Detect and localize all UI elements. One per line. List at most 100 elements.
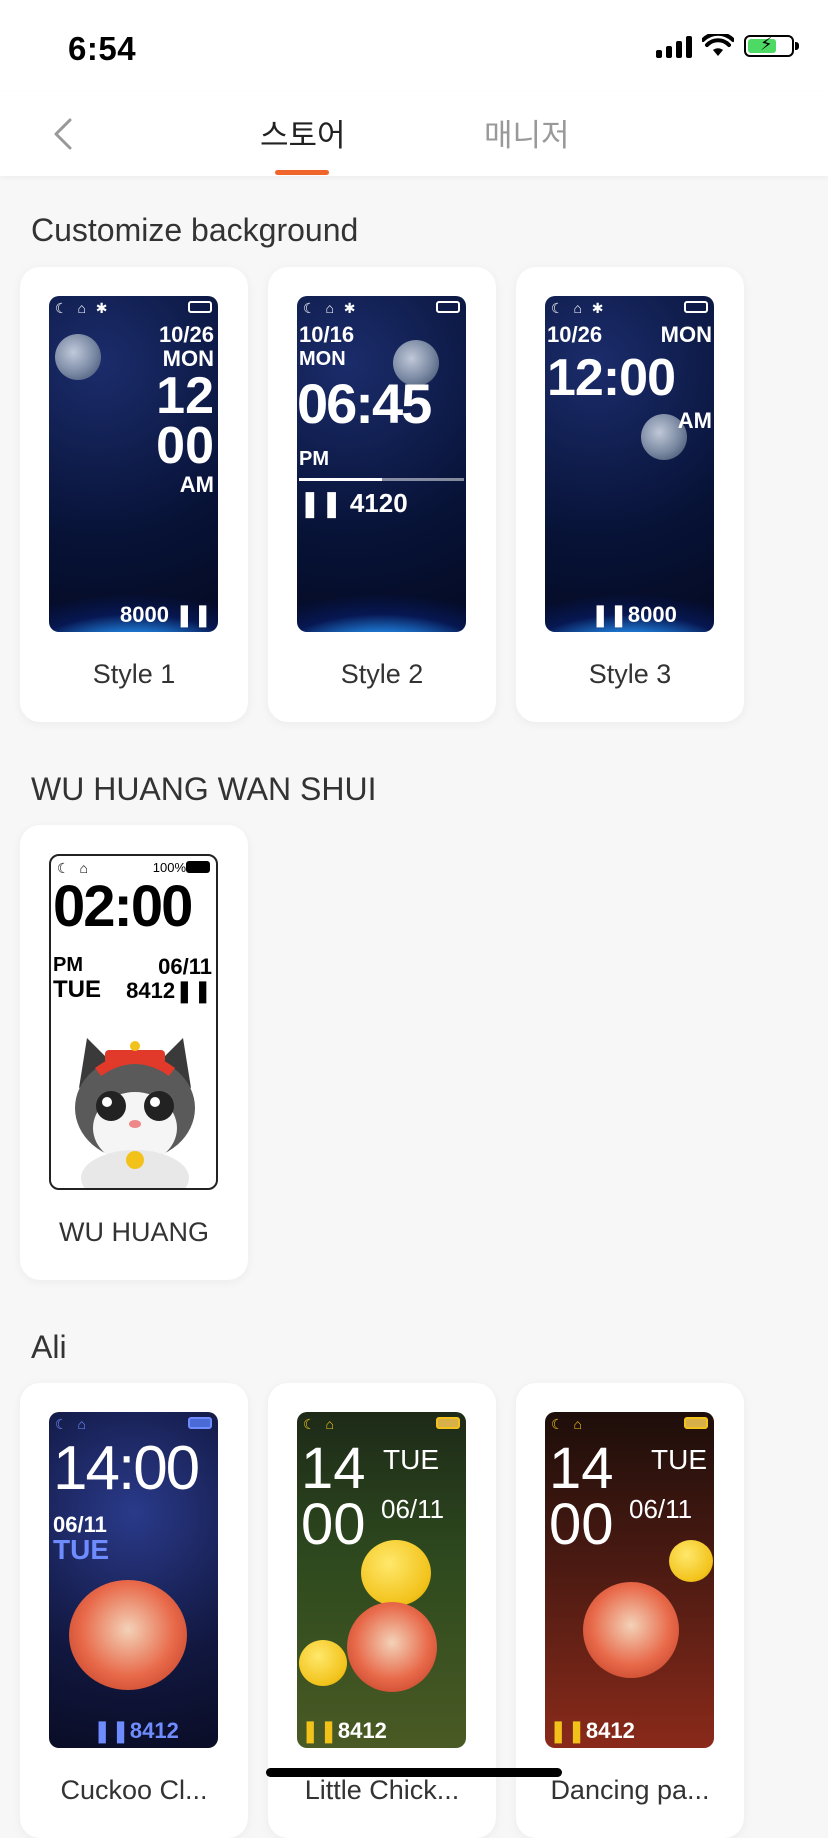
face-steps: ❚❚8412 (93, 1718, 179, 1744)
footprints-icon: ❚❚ (301, 1718, 338, 1743)
steps-value: 8000 (120, 602, 169, 627)
watchface-card-style3[interactable]: ☾ ⌂ ✱ 10/26 MON 12:00 AM ❚❚8000 Style 3 (516, 267, 744, 722)
chick-character-icon (669, 1540, 713, 1582)
steps-value: 8412 (129, 1718, 179, 1743)
tab-store[interactable]: 스토어 (260, 110, 346, 155)
cat-illustration-icon (75, 1038, 195, 1188)
steps-value: 8412 (126, 978, 176, 1003)
face-date: 06/11 (381, 1494, 445, 1524)
top-navigation: 스토어 매니저 (0, 92, 828, 176)
battery-icon (186, 861, 210, 873)
tab-manager[interactable]: 매니저 (484, 110, 570, 155)
battery-icon (188, 301, 212, 313)
status-time: 6:54 (68, 30, 137, 67)
battery-icon (684, 301, 708, 313)
status-glyphs-icon: ☾ ⌂ ✱ (55, 300, 111, 316)
card-label: Little Chick... (304, 1775, 460, 1805)
status-glyphs-icon: ☾ ⌂ (55, 1416, 89, 1432)
card-label: Style 3 (588, 659, 672, 689)
status-glyphs-icon: ☾ ⌂ ✱ (303, 300, 359, 316)
cellular-signal-icon (656, 34, 692, 58)
face-hour: 14 (549, 1436, 614, 1501)
footprints-icon: ❚❚ (175, 602, 212, 627)
battery-icon (436, 301, 460, 313)
fox-character-icon (69, 1580, 187, 1690)
face-day: MON (660, 322, 712, 347)
steps-value: 8000 (627, 602, 677, 627)
watchface-preview: ☾ ⌂ 14:00 06/11 TUE ❚❚8412 (49, 1412, 218, 1748)
face-day: TUE (53, 976, 101, 1003)
status-glyphs-icon: ☾ ⌂ ✱ (551, 300, 607, 316)
watchface-card-style1[interactable]: ☾ ⌂ ✱ 10/26 MON 12 00 AM 8000 ❚❚ Style 1 (20, 267, 248, 722)
face-battery-percent: 100% (152, 860, 186, 875)
status-glyphs-icon: ☾ ⌂ (551, 1416, 585, 1432)
face-date: 06/11 (158, 954, 212, 979)
face-time: 02:00 (53, 874, 193, 939)
watchface-preview: ☾ ⌂ 14 00 TUE 06/11 ❚❚8412 (545, 1412, 714, 1748)
battery-icon (436, 1417, 460, 1429)
steps-value: 8412 (585, 1718, 635, 1743)
face-minute: 00 (301, 1492, 366, 1557)
card-label: Dancing pa... (550, 1775, 710, 1805)
watchface-card-style2[interactable]: ☾ ⌂ ✱ 10/16 MON 06:45 PM ❚❚ 4120 Style 2 (268, 267, 496, 722)
back-chevron-icon[interactable] (44, 114, 84, 154)
face-hour: 14 (301, 1436, 366, 1501)
status-bar: 6:54 ⚡ (0, 0, 828, 92)
steps-value: 4120 (349, 488, 408, 518)
fox-character-icon (583, 1582, 679, 1678)
card-label: Style 2 (340, 659, 424, 689)
footprints-icon: ❚❚ (299, 488, 343, 518)
section-title-customize: Customize background (31, 212, 359, 248)
section-title-ali: Ali (31, 1329, 67, 1365)
footprints-icon: ❚❚ (175, 978, 212, 1003)
face-day: TUE (53, 1534, 109, 1565)
face-steps: ❚❚ 4120 (299, 488, 408, 519)
battery-charging-icon: ⚡ (744, 34, 799, 57)
watchface-card-wu-huang[interactable]: ☾ ⌂ 100% 02:00 PM TUE 06/11 8412❚❚ WU HU… (20, 825, 248, 1280)
face-minute: 00 (549, 1492, 614, 1557)
chick-character-icon (361, 1540, 431, 1606)
face-steps: ❚❚8412 (549, 1718, 635, 1744)
face-hour: 12 (156, 367, 214, 425)
section-title-wu-huang: WU HUANG WAN SHUI (31, 771, 377, 807)
face-steps: ❚❚8000 (591, 602, 677, 628)
face-date: 10/26 (547, 322, 603, 347)
face-ampm: PM (299, 448, 329, 470)
watchface-preview: ☾ ⌂ ✱ 10/26 MON 12:00 AM ❚❚8000 (545, 296, 714, 632)
home-indicator[interactable] (266, 1768, 562, 1777)
face-day: MON (299, 348, 346, 370)
status-glyphs-icon: ☾ ⌂ (303, 1416, 337, 1432)
watchface-card-cuckoo[interactable]: ☾ ⌂ 14:00 06/11 TUE ❚❚8412 Cuckoo Cl... (20, 1383, 248, 1838)
face-ampm: AM (179, 472, 214, 497)
steps-value: 8412 (337, 1718, 387, 1743)
active-tab-indicator (275, 170, 329, 175)
card-label: Cuckoo Cl... (60, 1775, 208, 1805)
watchface-preview: ☾ ⌂ 14 00 TUE 06/11 ❚❚8412 (297, 1412, 466, 1748)
face-ampm: AM (677, 408, 712, 433)
progress-bar (299, 478, 464, 481)
face-time: 12:00 (547, 349, 676, 407)
footprints-icon: ❚❚ (591, 602, 628, 627)
footprints-icon: ❚❚ (93, 1718, 130, 1743)
face-steps: 8000 ❚❚ (120, 602, 212, 628)
face-day: TUE (383, 1444, 439, 1475)
fox-character-icon (347, 1602, 437, 1692)
moon-icon (55, 334, 101, 380)
face-steps: 8412❚❚ (126, 978, 212, 1004)
face-steps: ❚❚8412 (301, 1718, 387, 1744)
battery-icon (188, 1417, 212, 1429)
watchface-preview: ☾ ⌂ 100% 02:00 PM TUE 06/11 8412❚❚ (49, 854, 218, 1190)
wifi-icon (702, 34, 734, 56)
face-ampm: PM (53, 954, 83, 976)
status-icons: ⚡ (656, 34, 799, 58)
face-day: TUE (651, 1444, 707, 1475)
face-time: 06:45 (297, 372, 432, 435)
face-date: 10/26 (158, 322, 214, 347)
watchface-preview: ☾ ⌂ ✱ 10/16 MON 06:45 PM ❚❚ 4120 (297, 296, 466, 632)
face-minute: 00 (156, 417, 214, 475)
battery-icon (684, 1417, 708, 1429)
footprints-icon: ❚❚ (549, 1718, 586, 1743)
card-label: Style 1 (92, 659, 176, 689)
chick-character-icon (299, 1640, 347, 1686)
watchface-preview: ☾ ⌂ ✱ 10/26 MON 12 00 AM 8000 ❚❚ (49, 296, 218, 632)
